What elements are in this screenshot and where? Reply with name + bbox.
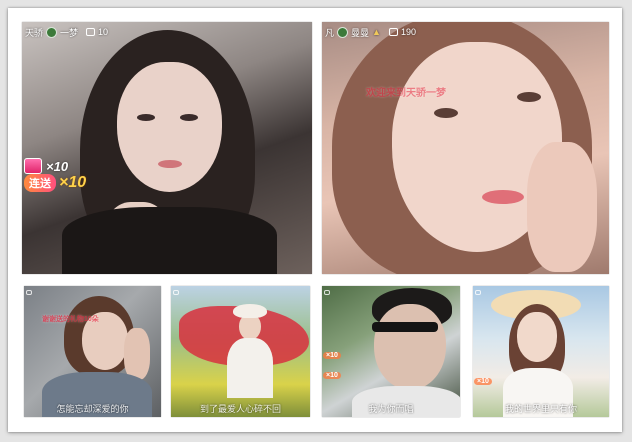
combo-banner: 连送 ×10 — [24, 174, 86, 192]
gift-banner: ×10 — [323, 372, 341, 379]
stream-tile-6[interactable]: ×10 我的世界里只有你 — [473, 286, 609, 417]
stream-info-bar — [26, 288, 32, 297]
host-name-suffix: 曼曼 — [351, 27, 370, 38]
portrait-body — [62, 207, 277, 274]
song-caption: 到了最爱人心碎不回 — [199, 404, 281, 414]
crown-icon: ▲ — [372, 27, 381, 37]
stream-info-bar: 凡 曼曼 ▲ 190 — [325, 25, 416, 39]
host-name[interactable]: 凡 — [325, 26, 334, 39]
stream-tile-4[interactable]: 到了最爱人心碎不回 — [171, 286, 310, 417]
host-name-suffix: 一梦 — [60, 27, 79, 38]
viewers-icon — [388, 28, 398, 36]
portrait-hand — [527, 142, 597, 272]
portrait-face — [117, 62, 222, 192]
song-caption: 我的世界里只有你 — [504, 404, 577, 414]
gift-banner: ×10 — [323, 352, 341, 359]
stream-info-bar: 天骄 一梦 10 — [25, 25, 108, 39]
portrait-eye — [434, 108, 458, 118]
stream-tile-2[interactable]: 凡 曼曼 ▲ 190 欢迎来到天骄一梦 — [322, 22, 609, 274]
portrait-hat — [233, 304, 267, 318]
stream-tile-5[interactable]: ×10 ×10 我为你而唱 — [322, 286, 460, 417]
stream-tile-1[interactable]: 天骄 一梦 10 ×10 连送 ×10 — [22, 22, 312, 274]
clover-icon — [337, 26, 349, 38]
viewers-icon — [26, 290, 32, 295]
scrolling-ticker: 欢迎来到天骄一梦 — [366, 88, 446, 99]
viewers-icon — [86, 28, 96, 36]
song-caption: 怎能忘却深爱的你 — [56, 404, 129, 414]
sunglasses-icon — [372, 322, 438, 332]
portrait-hand — [124, 328, 150, 380]
gift-banner: ×10 — [474, 378, 492, 385]
stream-info-bar — [324, 288, 330, 297]
combo-label: 连送 — [24, 174, 56, 192]
host-name[interactable]: 天骄 — [25, 26, 43, 39]
portrait-lips — [482, 190, 524, 204]
stream-info-bar — [475, 288, 481, 297]
portrait-body — [227, 338, 273, 398]
viewer-count: 190 — [400, 27, 416, 37]
portrait-lips — [158, 160, 182, 168]
gift-box-icon — [24, 158, 42, 174]
scrolling-ticker: 谢谢送的礼物10朵 — [42, 316, 99, 323]
song-caption: 我为你而唱 — [368, 404, 414, 414]
portrait-eye — [517, 92, 541, 102]
portrait-eye — [180, 114, 198, 121]
viewers-icon — [475, 290, 481, 295]
viewers-icon — [173, 290, 179, 295]
stream-tile-3[interactable]: 谢谢送的礼物10朵 怎能忘却深爱的你 — [24, 286, 161, 417]
gift-count: ×10 — [46, 158, 69, 174]
viewer-count: 10 — [98, 27, 109, 37]
gift-banner: ×10 — [24, 158, 68, 174]
portrait-face — [517, 312, 557, 362]
portrait-face — [374, 304, 446, 390]
portrait-eye — [137, 114, 155, 121]
eye-icon — [46, 26, 58, 38]
viewers-icon — [324, 290, 330, 295]
combo-count: ×10 — [59, 174, 87, 191]
stream-info-bar — [173, 288, 179, 297]
